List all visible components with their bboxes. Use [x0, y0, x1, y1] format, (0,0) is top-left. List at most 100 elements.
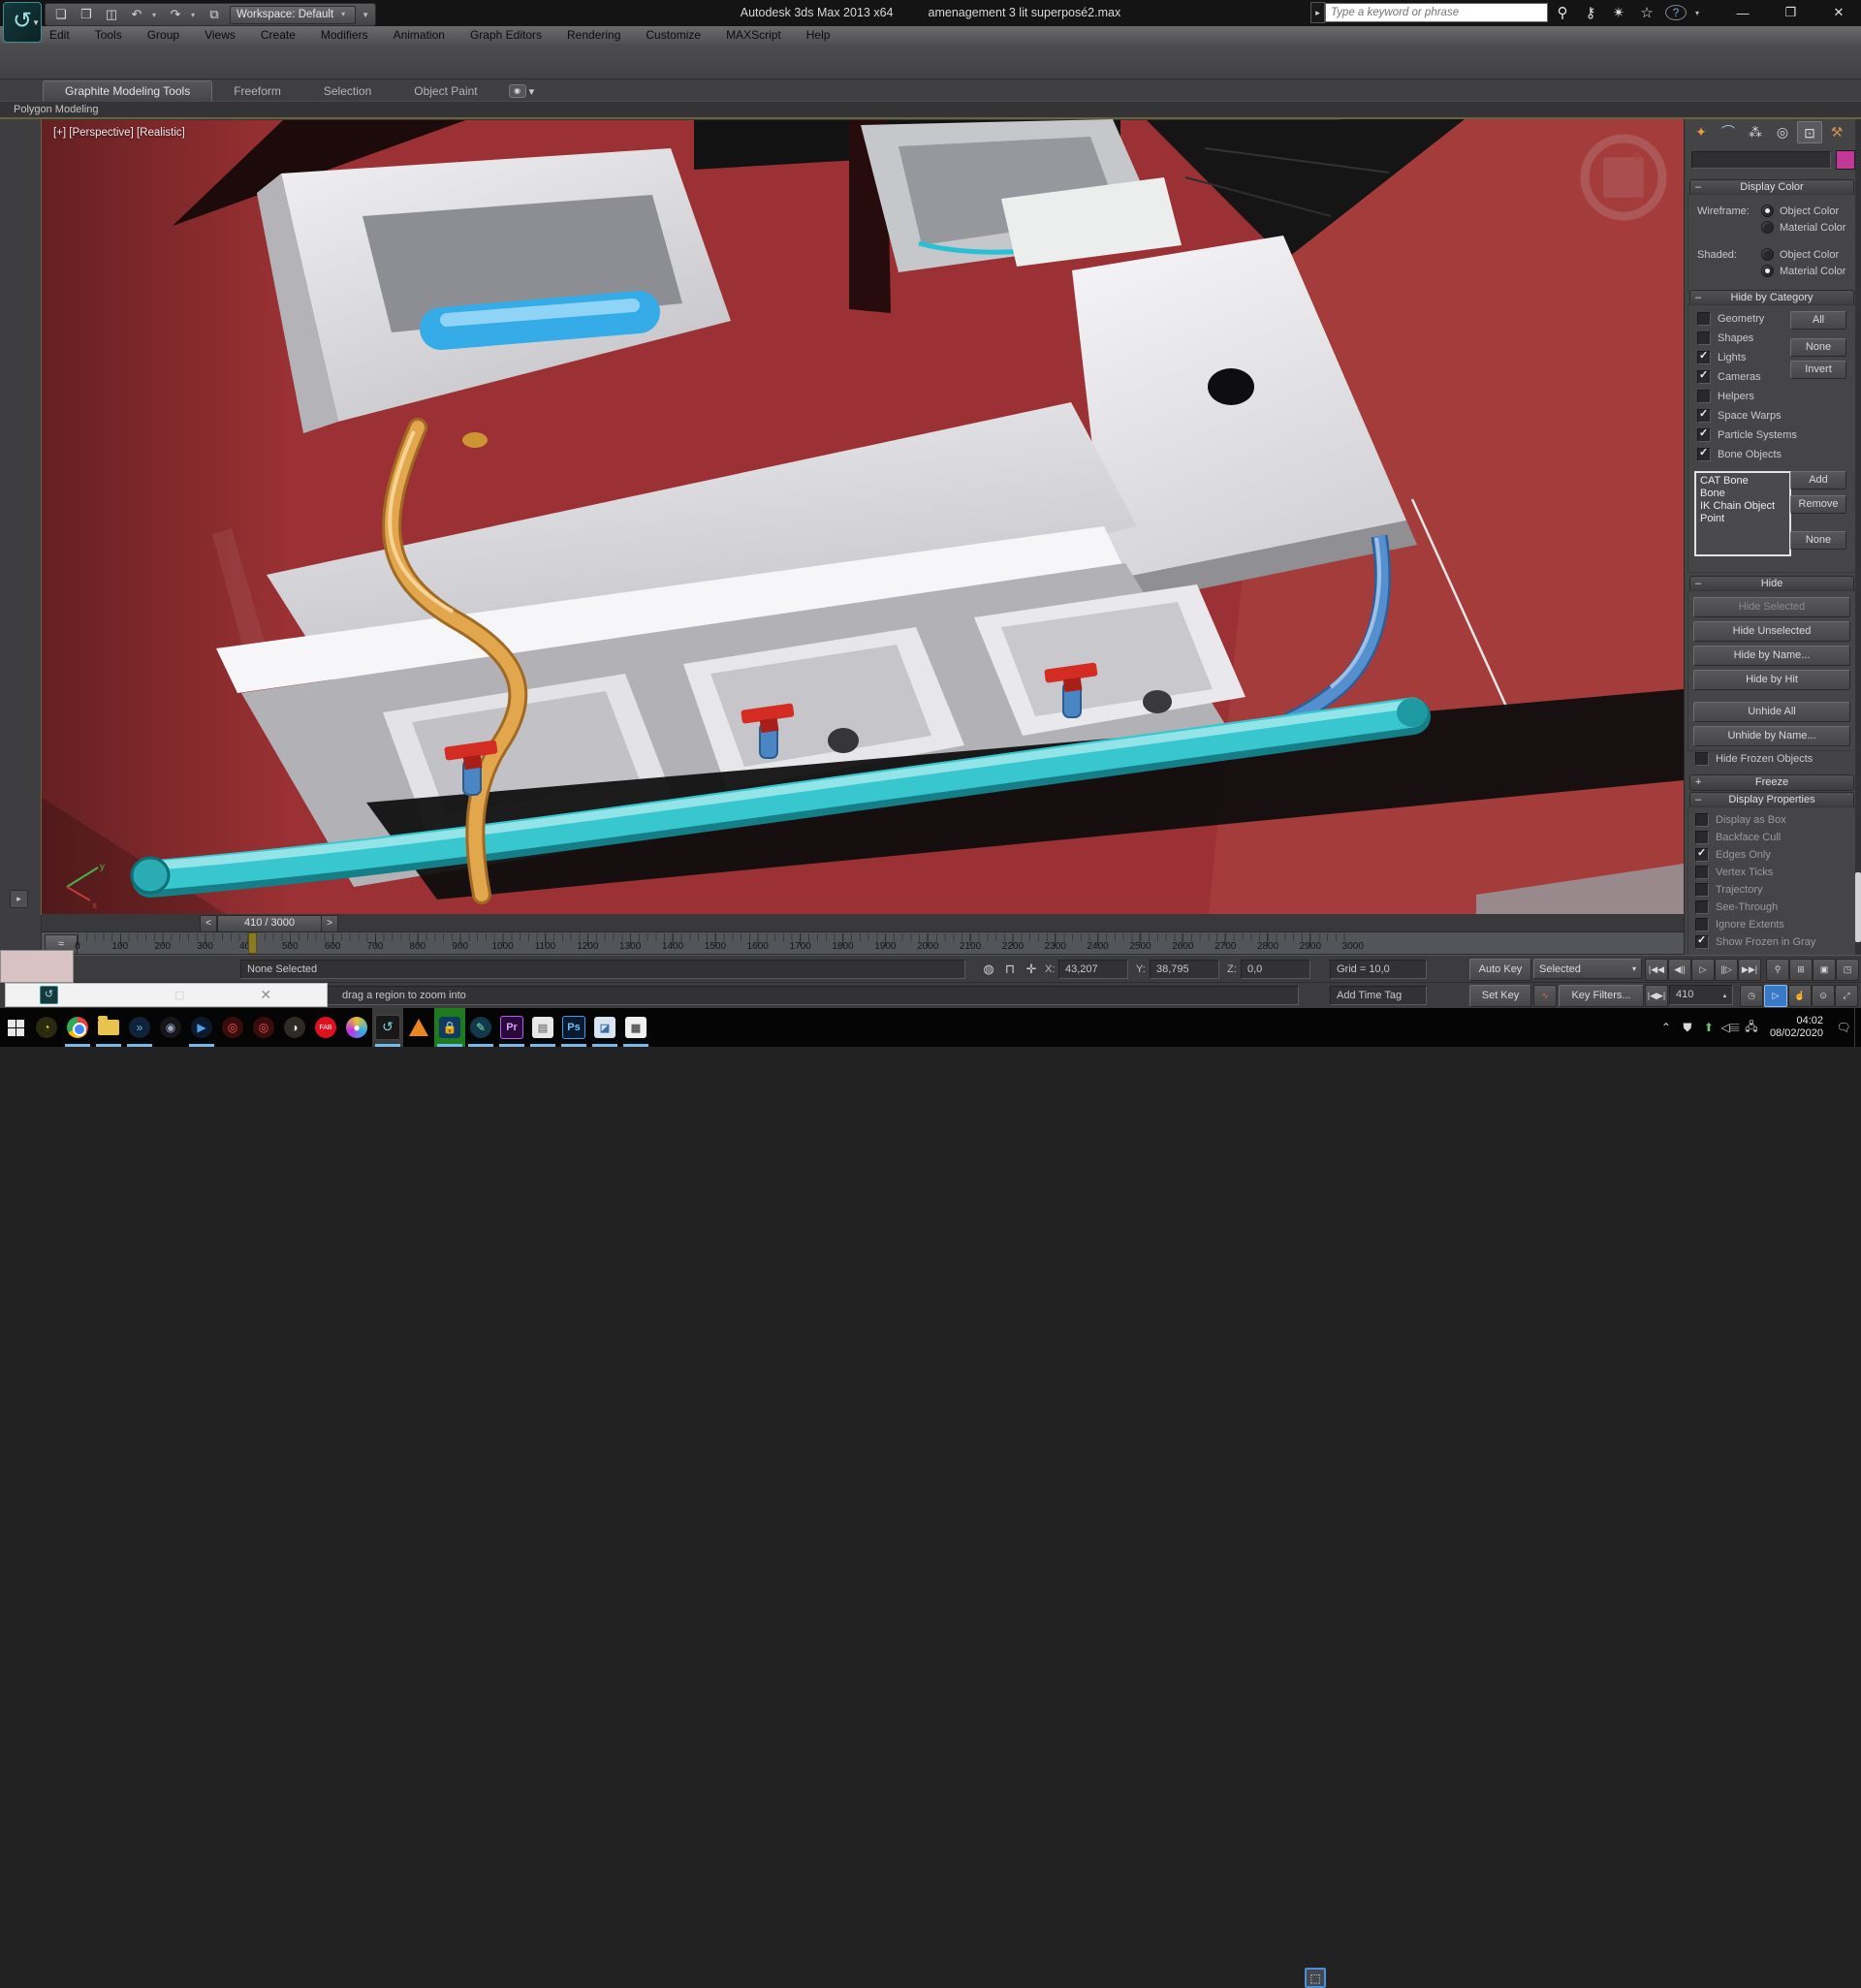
- time-slider-handle[interactable]: 410 / 3000: [217, 915, 322, 932]
- checkbox[interactable]: [1695, 848, 1709, 862]
- ribbon-config-button[interactable]: ◉▾: [509, 84, 535, 101]
- motion-tab-icon[interactable]: ◎: [1770, 121, 1795, 143]
- taskbar-chrome[interactable]: [62, 1008, 93, 1047]
- checkbox[interactable]: [1695, 935, 1709, 949]
- go-to-end-icon[interactable]: ▶▶|: [1738, 959, 1761, 981]
- key-filters-button[interactable]: Key Filters...: [1559, 985, 1644, 1007]
- show-desktop-button[interactable]: [1854, 1008, 1861, 1047]
- set-key-button[interactable]: Set Key: [1469, 985, 1531, 1007]
- close-button[interactable]: ✕: [1824, 5, 1853, 20]
- checkbox[interactable]: [1697, 312, 1711, 326]
- checkbox[interactable]: [1695, 752, 1709, 766]
- menu-item[interactable]: Tools: [82, 28, 135, 42]
- list-item[interactable]: Point: [1700, 513, 1785, 525]
- hierarchy-tab-icon[interactable]: ⁂: [1743, 121, 1768, 143]
- previous-frame-icon[interactable]: ◀||: [1668, 959, 1691, 981]
- menu-item[interactable]: Help: [794, 28, 843, 42]
- panel-scrollbar[interactable]: [1855, 119, 1861, 955]
- next-frame-icon[interactable]: ||▷: [1715, 959, 1738, 981]
- taskbar-daemon-tools-2[interactable]: ◎: [248, 1008, 279, 1047]
- ribbon-tab[interactable]: Freeform: [212, 81, 302, 101]
- tray-update-icon[interactable]: ⬆: [1698, 1021, 1719, 1034]
- x-coordinate-field[interactable]: 43,207: [1058, 960, 1128, 979]
- tray-shield-icon[interactable]: ⛊: [1677, 1021, 1698, 1035]
- mini-restore-icon[interactable]: ▢: [174, 989, 184, 1001]
- menu-item[interactable]: Views: [192, 28, 248, 42]
- ribbon-tab[interactable]: Object Paint: [393, 81, 498, 101]
- menu-item[interactable]: Animation: [381, 28, 457, 42]
- checkbox[interactable]: [1697, 351, 1711, 364]
- mini-close-icon[interactable]: ✕: [260, 987, 271, 1003]
- object-color-swatch[interactable]: [1836, 150, 1855, 170]
- polygon-modeling-subtab[interactable]: Polygon Modeling: [14, 104, 98, 115]
- help-caret-icon[interactable]: ▾: [1695, 9, 1703, 17]
- notification-icon[interactable]: 🗨: [1833, 1021, 1854, 1034]
- taskbar-draw-app[interactable]: ✎: [465, 1008, 496, 1047]
- mini-window-titlebar[interactable]: ↺ ▢ ✕: [5, 983, 328, 1007]
- checkbox[interactable]: [1697, 331, 1711, 345]
- taskbar-spreadsheet[interactable]: ▦: [620, 1008, 651, 1047]
- zoom-all-icon[interactable]: ⊞: [1789, 959, 1813, 981]
- qat-overflow-icon[interactable]: ▼: [362, 11, 369, 19]
- menu-item[interactable]: Customize: [633, 28, 713, 42]
- bone-list-button[interactable]: Add: [1790, 471, 1846, 489]
- create-tab-icon[interactable]: ✦: [1688, 121, 1714, 143]
- undo-icon[interactable]: ↶: [127, 6, 146, 23]
- bone-object-list[interactable]: CAT BoneBoneIK Chain ObjectPoint: [1694, 471, 1791, 556]
- app-menu-button[interactable]: ↺▼: [3, 2, 42, 43]
- taskbar-paint-ball[interactable]: ●: [341, 1008, 372, 1047]
- menu-item[interactable]: Group: [135, 28, 192, 42]
- open-file-icon[interactable]: ❐: [77, 6, 96, 23]
- hide-action-button[interactable]: Hide by Name...: [1693, 646, 1850, 666]
- checkbox[interactable]: [1697, 390, 1711, 403]
- current-frame-field[interactable]: 410▲▼: [1669, 985, 1733, 1005]
- checkbox[interactable]: [1697, 448, 1711, 461]
- category-filter-button[interactable]: All: [1790, 311, 1846, 330]
- category-filter-button[interactable]: Invert: [1790, 361, 1846, 379]
- taskbar-media-forward[interactable]: »: [124, 1008, 155, 1047]
- list-item[interactable]: CAT Bone: [1700, 475, 1785, 488]
- key-mode-toggle-icon[interactable]: |◀▶|: [1645, 985, 1668, 1007]
- radio-button[interactable]: [1761, 205, 1774, 217]
- perspective-viewport[interactable]: y x [+] [Perspective] [Realistic]: [42, 119, 1684, 914]
- taskbar-blue-app[interactable]: ◪: [589, 1008, 620, 1047]
- tray-network-icon[interactable]: 🖧: [1741, 1018, 1762, 1038]
- play-animation-icon[interactable]: ▷: [1691, 959, 1715, 981]
- taskbar-notes[interactable]: ▤: [527, 1008, 558, 1047]
- bone-list-button[interactable]: None: [1790, 531, 1846, 550]
- project-folder-icon[interactable]: ⧉: [205, 6, 224, 23]
- ribbon-tab[interactable]: Graphite Modeling Tools: [43, 80, 212, 101]
- undo-caret-icon[interactable]: ▾: [152, 11, 160, 19]
- favorites-star-icon[interactable]: ☆: [1637, 4, 1656, 21]
- redo-caret-icon[interactable]: ▾: [191, 11, 199, 19]
- radio-button[interactable]: [1761, 265, 1774, 277]
- hide-action-button[interactable]: Hide by Hit: [1693, 670, 1850, 690]
- checkbox[interactable]: [1697, 370, 1711, 384]
- modify-tab-icon[interactable]: ⌒: [1716, 121, 1741, 143]
- taskbar-dvdfab[interactable]: FAB: [310, 1008, 341, 1047]
- new-file-icon[interactable]: ❏: [51, 6, 71, 23]
- key-icon[interactable]: ⚷: [1581, 4, 1600, 21]
- checkbox[interactable]: [1695, 813, 1709, 827]
- minimize-button[interactable]: —: [1728, 6, 1757, 20]
- menu-item[interactable]: Graph Editors: [457, 28, 554, 42]
- help-icon[interactable]: ?: [1665, 5, 1687, 20]
- next-frame-button[interactable]: >: [321, 915, 338, 932]
- menu-item[interactable]: Create: [248, 28, 308, 42]
- taskbar-photoshop[interactable]: Ps: [558, 1008, 589, 1047]
- checkbox[interactable]: [1695, 918, 1709, 931]
- utilities-tab-icon[interactable]: ⚒: [1824, 121, 1849, 143]
- taskbar-vlc[interactable]: [403, 1008, 434, 1047]
- go-to-start-icon[interactable]: |◀◀: [1645, 959, 1668, 981]
- z-coordinate-field[interactable]: 0,0: [1241, 960, 1310, 979]
- category-filter-button[interactable]: None: [1790, 338, 1846, 357]
- hide-action-button[interactable]: Hide Unselected: [1693, 621, 1850, 642]
- prompt-bulb-icon[interactable]: ◍: [979, 960, 998, 979]
- time-slider-bar[interactable]: < 410 / 3000 >: [42, 914, 1684, 932]
- current-frame-marker[interactable]: [248, 932, 257, 954]
- menu-item[interactable]: Rendering: [554, 28, 633, 42]
- menu-item[interactable]: Edit: [37, 28, 82, 42]
- y-coordinate-field[interactable]: 38,795: [1150, 960, 1219, 979]
- search-prompt-icon[interactable]: ▸: [1310, 2, 1325, 23]
- orbit-icon[interactable]: ⊙: [1812, 985, 1835, 1007]
